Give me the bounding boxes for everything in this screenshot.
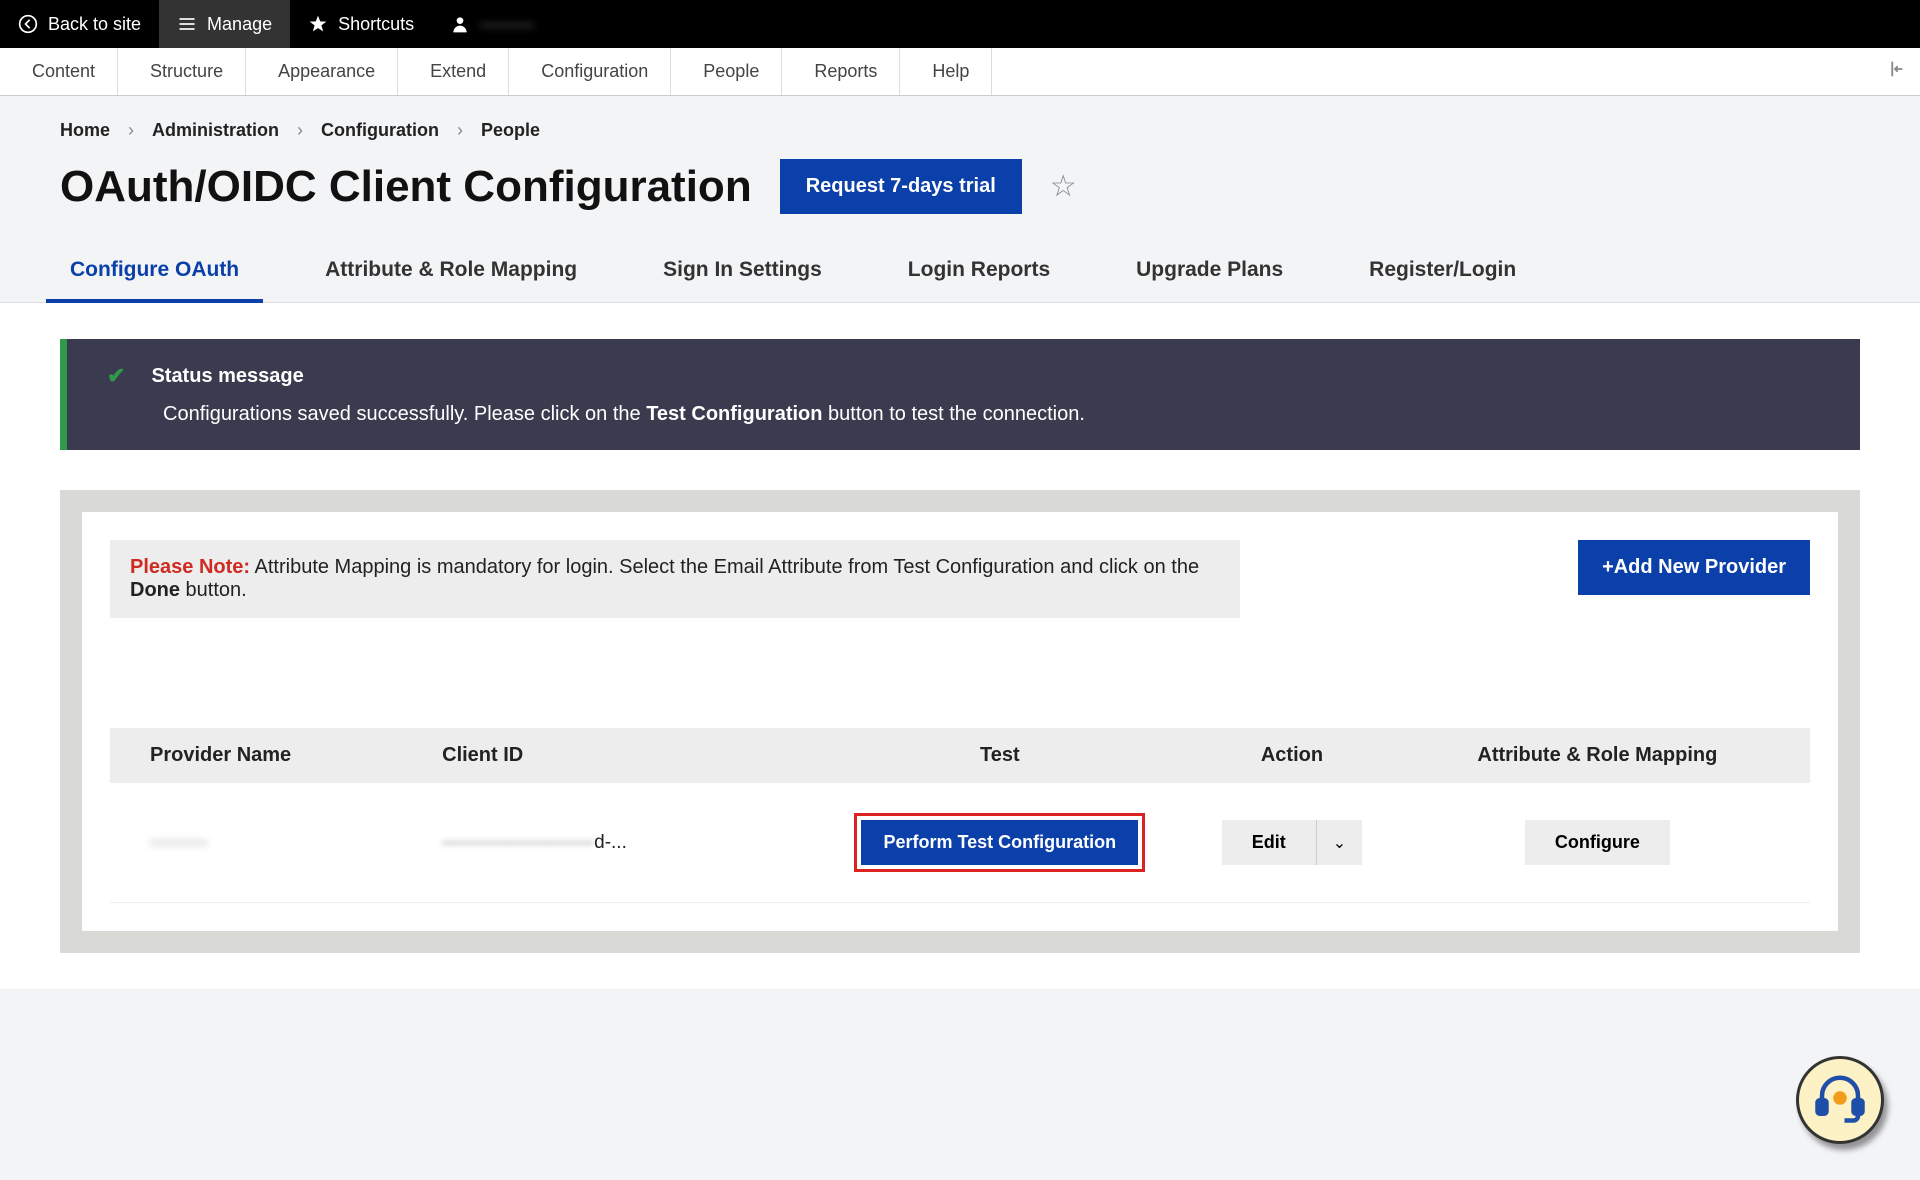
- menu-configuration[interactable]: Configuration: [509, 48, 671, 95]
- tab-register-login[interactable]: Register/Login: [1359, 240, 1526, 302]
- crumb-home[interactable]: Home: [60, 120, 110, 141]
- menu-appearance[interactable]: Appearance: [246, 48, 398, 95]
- configure-button[interactable]: Configure: [1525, 820, 1670, 865]
- crumb-administration[interactable]: Administration: [152, 120, 279, 141]
- status-body: Configurations saved successfully. Pleas…: [107, 403, 1820, 426]
- star-icon: [308, 14, 328, 34]
- request-trial-button[interactable]: Request 7-days trial: [780, 159, 1022, 214]
- th-client-id: Client ID: [442, 744, 840, 767]
- menu-content[interactable]: Content: [0, 48, 118, 95]
- table-row: ——— ————————d-... Perform Test Configura…: [110, 783, 1810, 903]
- collapse-toolbar-button[interactable]: [1870, 48, 1920, 95]
- providers-table: Provider Name Client ID Test Action Attr…: [110, 728, 1810, 903]
- tab-attribute-role-mapping[interactable]: Attribute & Role Mapping: [315, 240, 587, 302]
- th-attribute-mapping: Attribute & Role Mapping: [1425, 744, 1770, 767]
- menu-appearance-label: Appearance: [278, 61, 375, 82]
- edit-button[interactable]: Edit: [1222, 820, 1316, 865]
- providers-panel-wrapper: Please Note: Attribute Mapping is mandat…: [60, 490, 1860, 953]
- cell-client-id-suffix: d-...: [594, 832, 627, 853]
- favorite-star-icon[interactable]: ☆: [1050, 169, 1077, 204]
- headset-icon: [1813, 1071, 1867, 1130]
- arrow-left-circle-icon: [18, 14, 38, 34]
- providers-panel: Please Note: Attribute Mapping is mandat…: [82, 512, 1838, 931]
- tab-configure-oauth[interactable]: Configure OAuth: [60, 240, 249, 302]
- tab-sign-in-settings[interactable]: Sign In Settings: [653, 240, 832, 302]
- edit-dropdown-toggle[interactable]: ⌄: [1316, 820, 1362, 865]
- chevron-right-icon: ›: [128, 120, 134, 141]
- chevron-down-icon: ⌄: [1333, 835, 1346, 852]
- top-toolbar: Back to site Manage Shortcuts ———: [0, 0, 1920, 48]
- status-message: ✔ Status message Configurations saved su…: [60, 339, 1860, 450]
- menu-reports[interactable]: Reports: [782, 48, 900, 95]
- page-title: OAuth/OIDC Client Configuration: [60, 162, 752, 212]
- admin-menu: Content Structure Appearance Extend Conf…: [0, 48, 1920, 96]
- test-button-highlight: Perform Test Configuration: [854, 813, 1145, 872]
- action-button-group: Edit ⌄: [1222, 820, 1362, 865]
- menu-extend-label: Extend: [430, 61, 486, 82]
- perform-test-configuration-button[interactable]: Perform Test Configuration: [861, 820, 1138, 865]
- th-test: Test: [840, 744, 1159, 767]
- user-menu[interactable]: ———: [432, 0, 552, 48]
- config-tabs: Configure OAuth Attribute & Role Mapping…: [0, 240, 1920, 303]
- menu-help[interactable]: Help: [900, 48, 992, 95]
- support-chat-button[interactable]: [1796, 1056, 1884, 1144]
- menu-people[interactable]: People: [671, 48, 782, 95]
- menu-reports-label: Reports: [814, 61, 877, 82]
- menu-people-label: People: [703, 61, 759, 82]
- tab-login-reports[interactable]: Login Reports: [898, 240, 1060, 302]
- chevron-right-icon: ›: [297, 120, 303, 141]
- menu-extend[interactable]: Extend: [398, 48, 509, 95]
- th-action: Action: [1159, 744, 1425, 767]
- back-to-site-link[interactable]: Back to site: [0, 0, 159, 48]
- status-title: Status message: [151, 365, 303, 388]
- breadcrumb: Home › Administration › Configuration › …: [0, 96, 1920, 149]
- shortcuts-label: Shortcuts: [338, 14, 414, 35]
- table-header: Provider Name Client ID Test Action Attr…: [110, 728, 1810, 783]
- th-provider-name: Provider Name: [150, 744, 442, 767]
- user-icon: [450, 14, 470, 34]
- note-label: Please Note:: [130, 556, 250, 578]
- crumb-configuration[interactable]: Configuration: [321, 120, 439, 141]
- manage-link[interactable]: Manage: [159, 0, 290, 48]
- note-box: Please Note: Attribute Mapping is mandat…: [110, 540, 1240, 618]
- manage-label: Manage: [207, 14, 272, 35]
- cell-client-id-blur: ————————: [442, 832, 594, 853]
- menu-structure[interactable]: Structure: [118, 48, 246, 95]
- menu-configuration-label: Configuration: [541, 61, 648, 82]
- shortcuts-link[interactable]: Shortcuts: [290, 0, 432, 48]
- menu-help-label: Help: [932, 61, 969, 82]
- hamburger-icon: [177, 14, 197, 34]
- main-content: ✔ Status message Configurations saved su…: [0, 303, 1920, 989]
- checkmark-icon: ✔: [107, 363, 125, 389]
- menu-structure-label: Structure: [150, 61, 223, 82]
- collapse-icon: [1884, 58, 1906, 85]
- menu-content-label: Content: [32, 61, 95, 82]
- user-name-label: ———: [480, 14, 534, 35]
- tab-upgrade-plans[interactable]: Upgrade Plans: [1126, 240, 1293, 302]
- cell-provider-name: ———: [150, 832, 207, 853]
- add-new-provider-button[interactable]: +Add New Provider: [1578, 540, 1810, 595]
- page-title-row: OAuth/OIDC Client Configuration Request …: [0, 149, 1920, 240]
- crumb-people[interactable]: People: [481, 120, 540, 141]
- chevron-right-icon: ›: [457, 120, 463, 141]
- back-to-site-label: Back to site: [48, 14, 141, 35]
